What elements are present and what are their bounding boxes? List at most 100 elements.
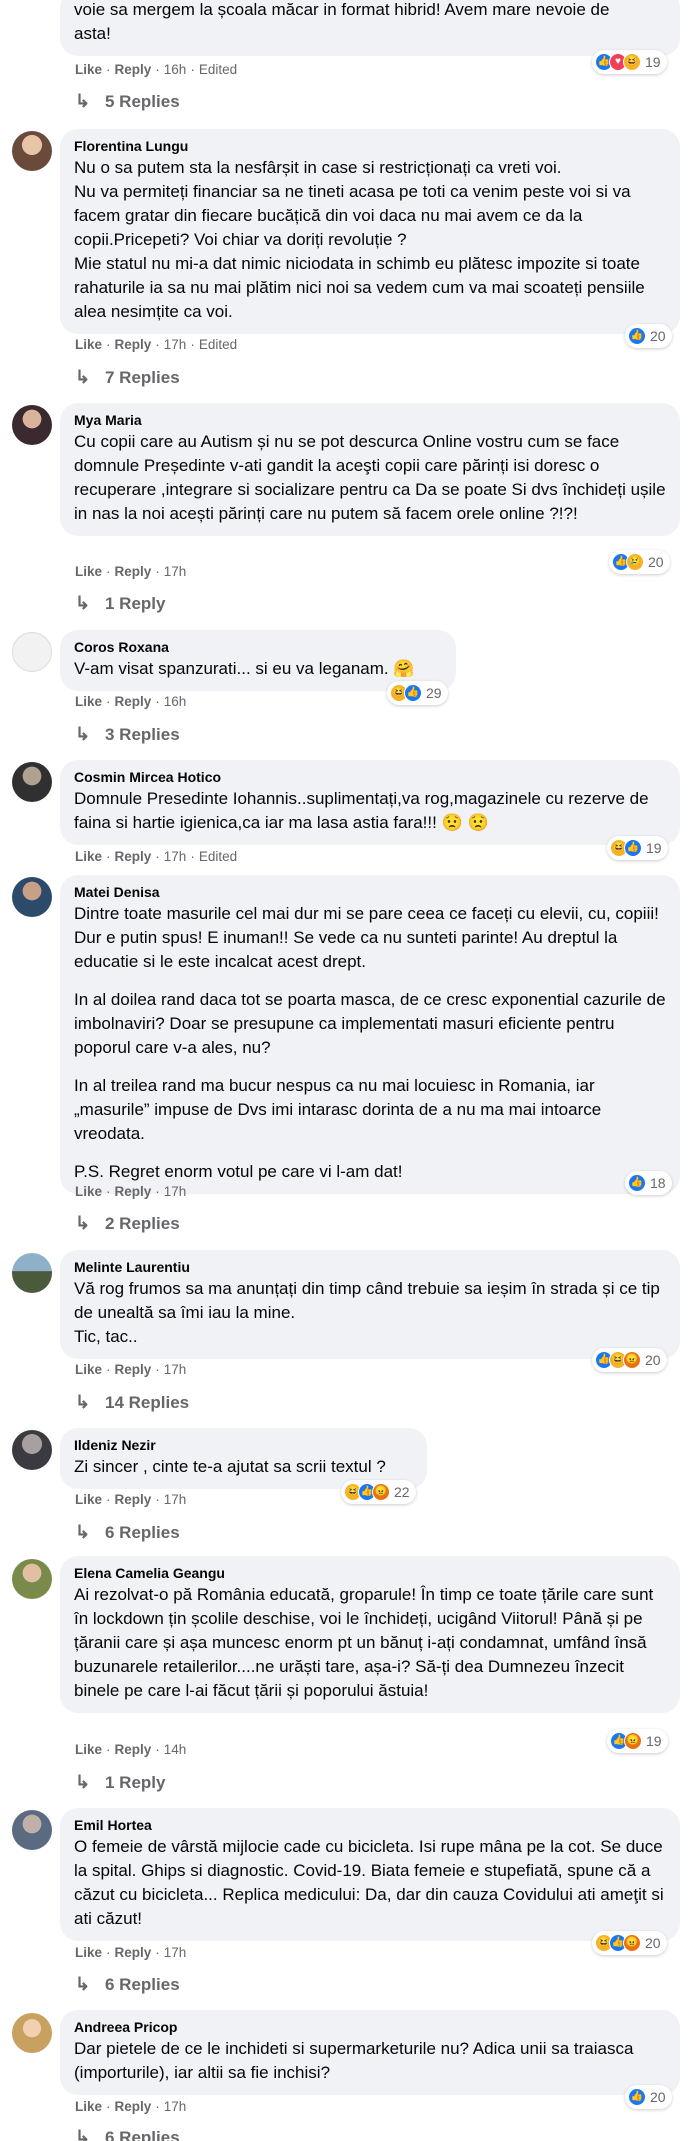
comment-meta: Like · Reply · 17h	[75, 1945, 187, 1960]
like-button[interactable]: Like	[75, 337, 102, 352]
avatar[interactable]	[12, 405, 52, 445]
edited-label: Edited	[198, 62, 238, 77]
like-button[interactable]: Like	[75, 564, 102, 579]
comment-text: Cu copii care au Autism și nu se pot des…	[74, 432, 666, 523]
reactions-summary[interactable]: 😆 👍 😠 20	[592, 1931, 667, 1955]
comment-author[interactable]: Mya Maria	[74, 411, 666, 430]
reactions-summary[interactable]: 😆 👍 😠 22	[341, 1480, 416, 1504]
reply-button[interactable]: Reply	[115, 1945, 152, 1960]
view-replies-link[interactable]: ↳ 14 Replies	[75, 1391, 189, 1414]
timestamp[interactable]: 17h	[164, 564, 187, 579]
view-replies-link[interactable]: ↳ 6 Replies	[75, 1521, 180, 1544]
comment-bubble: Matei Denisa Dintre toate masurile cel m…	[60, 875, 680, 1194]
reply-arrow-icon: ↳	[75, 1213, 91, 1233]
reactions-summary[interactable]: 👍 😆 😠 20	[592, 1348, 667, 1372]
comment-author[interactable]: Cosmin Mircea Hotico	[74, 768, 666, 787]
reply-button[interactable]: Reply	[115, 2099, 152, 2114]
view-replies-link[interactable]: ↳ 5 Replies	[75, 90, 180, 113]
reply-button[interactable]: Reply	[115, 849, 152, 864]
reactions-summary[interactable]: 👍 20	[625, 324, 672, 348]
comment-author[interactable]: Florentina Lungu	[74, 137, 666, 156]
view-replies-link[interactable]: ↳ 2 Replies	[75, 1212, 180, 1235]
timestamp[interactable]: 17h	[164, 849, 187, 864]
avatar[interactable]	[12, 131, 52, 171]
comment-meta: Like · Reply · 17h	[75, 564, 187, 579]
reply-button[interactable]: Reply	[115, 337, 152, 352]
view-replies-link[interactable]: ↳ 1 Reply	[75, 1771, 165, 1794]
view-replies-link[interactable]: ↳ 3 Replies	[75, 723, 180, 746]
like-reaction-icon: 👍	[628, 2088, 646, 2106]
comment-author[interactable]: Emil Hortea	[74, 1816, 666, 1835]
reactions-summary[interactable]: 👍 ♥ 😆 19	[592, 50, 667, 74]
reply-arrow-icon: ↳	[75, 91, 91, 111]
comment-meta: Like · Reply · 17h	[75, 2099, 187, 2114]
reply-button[interactable]: Reply	[115, 1362, 152, 1377]
timestamp[interactable]: 17h	[164, 2099, 187, 2114]
like-button[interactable]: Like	[75, 1492, 102, 1507]
comment-author[interactable]: Andreea Pricop	[74, 2018, 666, 2037]
reply-button[interactable]: Reply	[115, 1492, 152, 1507]
comment-meta: Like · Reply · 17h	[75, 1184, 187, 1199]
avatar[interactable]	[12, 2013, 52, 2053]
view-replies-link[interactable]: ↳ 1 Reply	[75, 592, 165, 615]
avatar[interactable]	[12, 1253, 52, 1293]
comment-text: Vă rog frumos sa ma anunțați din timp câ…	[74, 1279, 660, 1346]
like-button[interactable]: Like	[75, 849, 102, 864]
avatar[interactable]	[12, 877, 52, 917]
comment-bubble: Elena Camelia Geangu Ai rezolvat-o pă Ro…	[60, 1556, 680, 1713]
comment-text: voie sa mergem la școala măcar in format…	[74, 0, 610, 43]
reply-button[interactable]: Reply	[115, 694, 152, 709]
avatar[interactable]	[12, 632, 52, 672]
like-button[interactable]: Like	[75, 1184, 102, 1199]
comment-bubble: Andreea Pricop Dar pietele de ce le inch…	[60, 2010, 680, 2095]
reactions-summary[interactable]: 👍 😢 20	[609, 550, 670, 574]
reply-arrow-icon: ↳	[75, 1522, 91, 1542]
like-reaction-icon: 👍	[628, 327, 646, 345]
reactions-summary[interactable]: 👍 18	[625, 1171, 672, 1195]
reaction-count: 22	[394, 1484, 410, 1500]
reactions-summary[interactable]: 😆 👍 29	[387, 681, 448, 705]
like-button[interactable]: Like	[75, 2099, 102, 2114]
view-replies-link[interactable]: ↳ 6 Replies	[75, 2126, 180, 2141]
timestamp[interactable]: 17h	[164, 1945, 187, 1960]
view-replies-link[interactable]: ↳ 7 Replies	[75, 366, 180, 389]
haha-reaction-icon: 😆	[623, 53, 641, 71]
avatar[interactable]	[12, 1559, 52, 1599]
avatar[interactable]	[12, 1810, 52, 1850]
comment-bubble: Melinte Laurentiu Vă rog frumos sa ma an…	[60, 1250, 680, 1359]
like-button[interactable]: Like	[75, 1362, 102, 1377]
timestamp[interactable]: 16h	[164, 62, 187, 77]
timestamp[interactable]: 17h	[164, 1362, 187, 1377]
timestamp[interactable]: 17h	[164, 1492, 187, 1507]
like-button[interactable]: Like	[75, 1945, 102, 1960]
comment-author[interactable]: Matei Denisa	[74, 883, 666, 902]
comment-meta: Like · Reply · 16h	[75, 694, 187, 709]
comment-meta: Like · Reply · 17h	[75, 1492, 187, 1507]
like-button[interactable]: Like	[75, 1742, 102, 1757]
avatar[interactable]	[12, 762, 52, 802]
reactions-summary[interactable]: 👍 😠 19	[607, 1729, 668, 1753]
timestamp[interactable]: 17h	[164, 1184, 187, 1199]
comment-author[interactable]: Elena Camelia Geangu	[74, 1564, 666, 1583]
reaction-count: 20	[650, 2089, 666, 2105]
timestamp[interactable]: 14h	[164, 1742, 187, 1757]
comment-author[interactable]: Coros Roxana	[74, 638, 442, 657]
comment-author[interactable]: Ildeniz Nezir	[74, 1436, 413, 1455]
view-replies-link[interactable]: ↳ 6 Replies	[75, 1973, 180, 1996]
comment-author[interactable]: Melinte Laurentiu	[74, 1258, 666, 1277]
reply-button[interactable]: Reply	[115, 1742, 152, 1757]
comment-text: Ai rezolvat-o pă România educată, gropar…	[74, 1585, 654, 1700]
like-button[interactable]: Like	[75, 62, 102, 77]
avatar[interactable]	[12, 1430, 52, 1470]
reply-button[interactable]: Reply	[115, 564, 152, 579]
reply-button[interactable]: Reply	[115, 1184, 152, 1199]
angry-reaction-icon: 😠	[623, 1934, 641, 1952]
like-button[interactable]: Like	[75, 694, 102, 709]
reply-button[interactable]: Reply	[115, 62, 152, 77]
comment-text: V-am visat spanzurati... si eu va legana…	[74, 659, 415, 678]
edited-label: Edited	[198, 849, 238, 864]
timestamp[interactable]: 17h	[164, 337, 187, 352]
timestamp[interactable]: 16h	[164, 694, 187, 709]
reactions-summary[interactable]: 👍 20	[625, 2085, 672, 2109]
reactions-summary[interactable]: 😆 👍 19	[607, 836, 668, 860]
